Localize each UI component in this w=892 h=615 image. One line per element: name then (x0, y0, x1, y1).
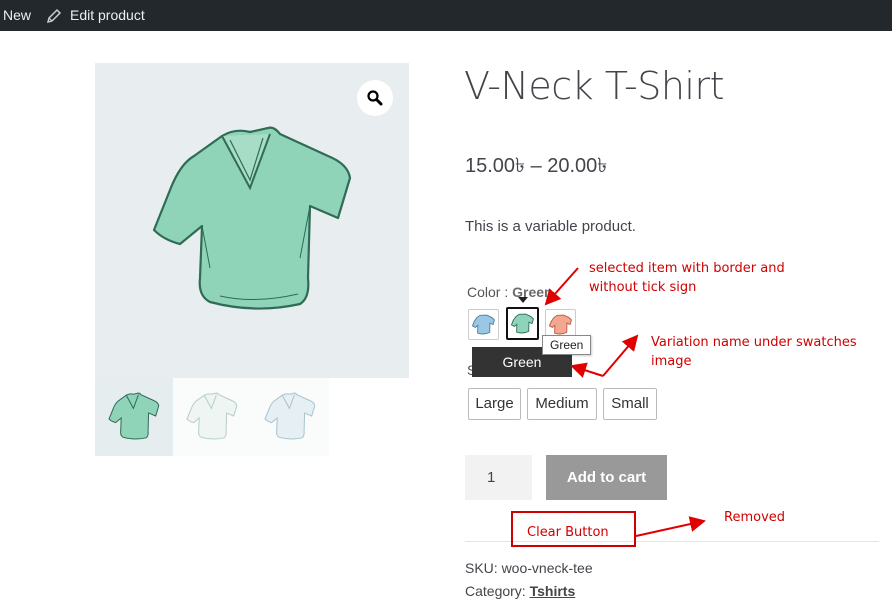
annotation-line: selected item with border and (589, 261, 785, 276)
annotation-variation-name: Variation name under swatches image (651, 333, 857, 371)
annotation-line: Variation name under swatches (651, 335, 857, 350)
arrow-to-tooltip-left (570, 362, 604, 378)
annotation-selected-item: selected item with border and without ti… (589, 259, 785, 297)
annotation-clear-button-box: Clear Button (511, 511, 636, 547)
annotation-removed: Removed (724, 510, 786, 525)
annotation-line: without tick sign (589, 280, 697, 295)
arrow-to-tooltip-up (602, 334, 639, 377)
arrow-to-selected-swatch (544, 267, 579, 306)
annotation-line: image (651, 354, 692, 369)
arrow-removed (635, 516, 706, 537)
